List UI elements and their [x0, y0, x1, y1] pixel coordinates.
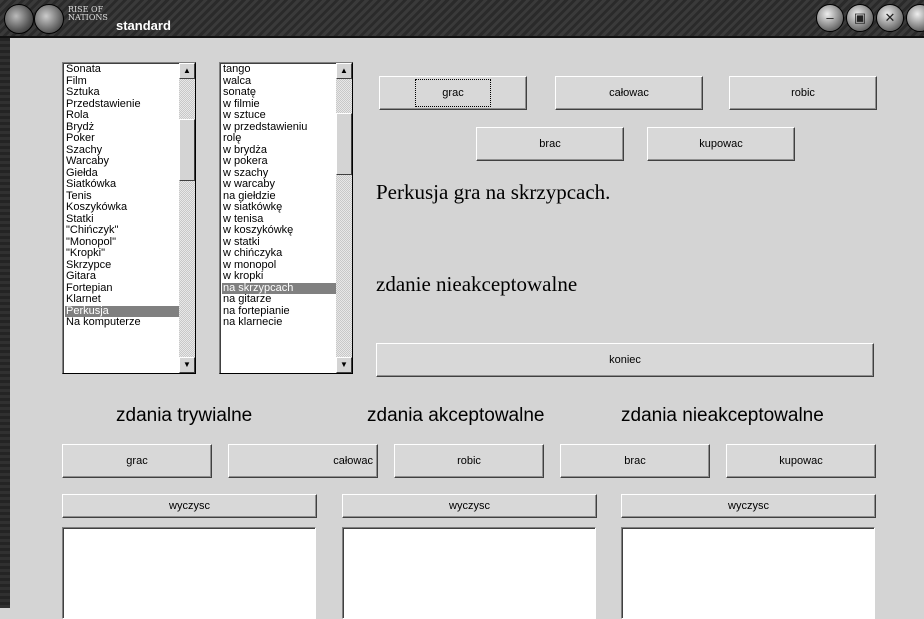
sentence-text: Perkusja gra na skrzypcach.: [376, 180, 611, 204]
list-item[interactable]: w przedstawieniu: [222, 121, 352, 134]
list-item[interactable]: w kropki: [222, 270, 352, 283]
close-icon[interactable]: ✕: [876, 4, 904, 32]
window-title: standard: [116, 18, 171, 33]
trivial-sentences-textarea[interactable]: [62, 527, 316, 619]
scroll-down-icon[interactable]: ▼: [179, 357, 195, 373]
bottom-verb-button-kupowac[interactable]: kupowac: [726, 444, 876, 478]
list-item[interactable]: Warcaby: [65, 155, 195, 168]
list-item[interactable]: w koszykówkę: [222, 224, 352, 237]
list-item[interactable]: w sztuce: [222, 109, 352, 122]
list-item[interactable]: "Chińczyk": [65, 224, 195, 237]
list-item[interactable]: rolę: [222, 132, 352, 145]
heading-accepted: zdania akceptowalne: [367, 405, 545, 426]
logo-text: RISE OF NATIONS: [68, 5, 108, 22]
list-item[interactable]: w pokera: [222, 155, 352, 168]
globe-icon: [34, 4, 64, 34]
title-bar: RISE OF NATIONS standard – ▣ ✕: [0, 0, 924, 38]
list-item[interactable]: "Kropki": [65, 247, 195, 260]
bottom-verb-button-robic[interactable]: robic: [394, 444, 544, 478]
clear-button-trivial[interactable]: wyczysc: [62, 494, 317, 518]
list-item[interactable]: Rola: [65, 109, 195, 122]
list-item[interactable]: Siatkówka: [65, 178, 195, 191]
verb-button-robic[interactable]: robic: [729, 76, 877, 110]
verb-button-grac[interactable]: grac: [379, 76, 527, 110]
heading-unaccepted: zdania nieakceptowalne: [621, 405, 824, 426]
place-list-scrollbar[interactable]: ▲ ▼: [336, 63, 352, 373]
end-button[interactable]: koniec: [376, 343, 874, 377]
list-item[interactable]: sonatę: [222, 86, 352, 99]
list-item[interactable]: tango: [222, 63, 352, 76]
scroll-thumb[interactable]: [179, 119, 195, 181]
list-item[interactable]: na gitarze: [222, 293, 352, 306]
extra-orb-icon: [906, 4, 924, 32]
list-item[interactable]: Na komputerze: [65, 316, 195, 329]
list-item[interactable]: Klarnet: [65, 293, 195, 306]
list-item[interactable]: Poker: [65, 132, 195, 145]
unaccepted-sentences-textarea[interactable]: [621, 527, 875, 619]
scroll-up-icon[interactable]: ▲: [336, 63, 352, 79]
list-item[interactable]: Koszykówka: [65, 201, 195, 214]
minimize-icon[interactable]: –: [816, 4, 844, 32]
list-item[interactable]: na klarnecie: [222, 316, 352, 329]
verb-button-kupowac[interactable]: kupowac: [647, 127, 795, 161]
scroll-down-icon[interactable]: ▼: [336, 357, 352, 373]
verdict-text: zdanie nieakceptowalne: [376, 272, 578, 296]
verb-button-brac[interactable]: brac: [476, 127, 624, 161]
verb-button-calowac[interactable]: całowac: [555, 76, 703, 110]
list-item[interactable]: Sonata: [65, 63, 195, 76]
bottom-verb-button-grac[interactable]: grac: [62, 444, 212, 478]
list-item[interactable]: w siatkówkę: [222, 201, 352, 214]
heading-trivial: zdania trywialne: [116, 405, 253, 426]
app-icon[interactable]: [4, 4, 34, 34]
bottom-verb-button-calowac[interactable]: całowac: [228, 444, 378, 478]
list-item[interactable]: Gitara: [65, 270, 195, 283]
scroll-up-icon[interactable]: ▲: [179, 63, 195, 79]
bottom-verb-button-brac[interactable]: brac: [560, 444, 710, 478]
restore-icon[interactable]: ▣: [846, 4, 874, 32]
list-item[interactable]: w chińczyka: [222, 247, 352, 260]
window-frame-left: [0, 38, 10, 608]
list-item[interactable]: w warcaby: [222, 178, 352, 191]
noun-list-scrollbar[interactable]: ▲ ▼: [179, 63, 195, 373]
accepted-sentences-textarea[interactable]: [342, 527, 596, 619]
scroll-thumb[interactable]: [336, 113, 352, 175]
clear-button-unaccepted[interactable]: wyczysc: [621, 494, 876, 518]
clear-button-accepted[interactable]: wyczysc: [342, 494, 597, 518]
place-listbox[interactable]: tango walca sonatę w filmie w sztuce w przeds…: [219, 62, 353, 374]
noun-listbox[interactable]: Sonata Film Sztuka Przedstawienie Rola Brydż P…: [62, 62, 196, 374]
list-item[interactable]: Sztuka: [65, 86, 195, 99]
